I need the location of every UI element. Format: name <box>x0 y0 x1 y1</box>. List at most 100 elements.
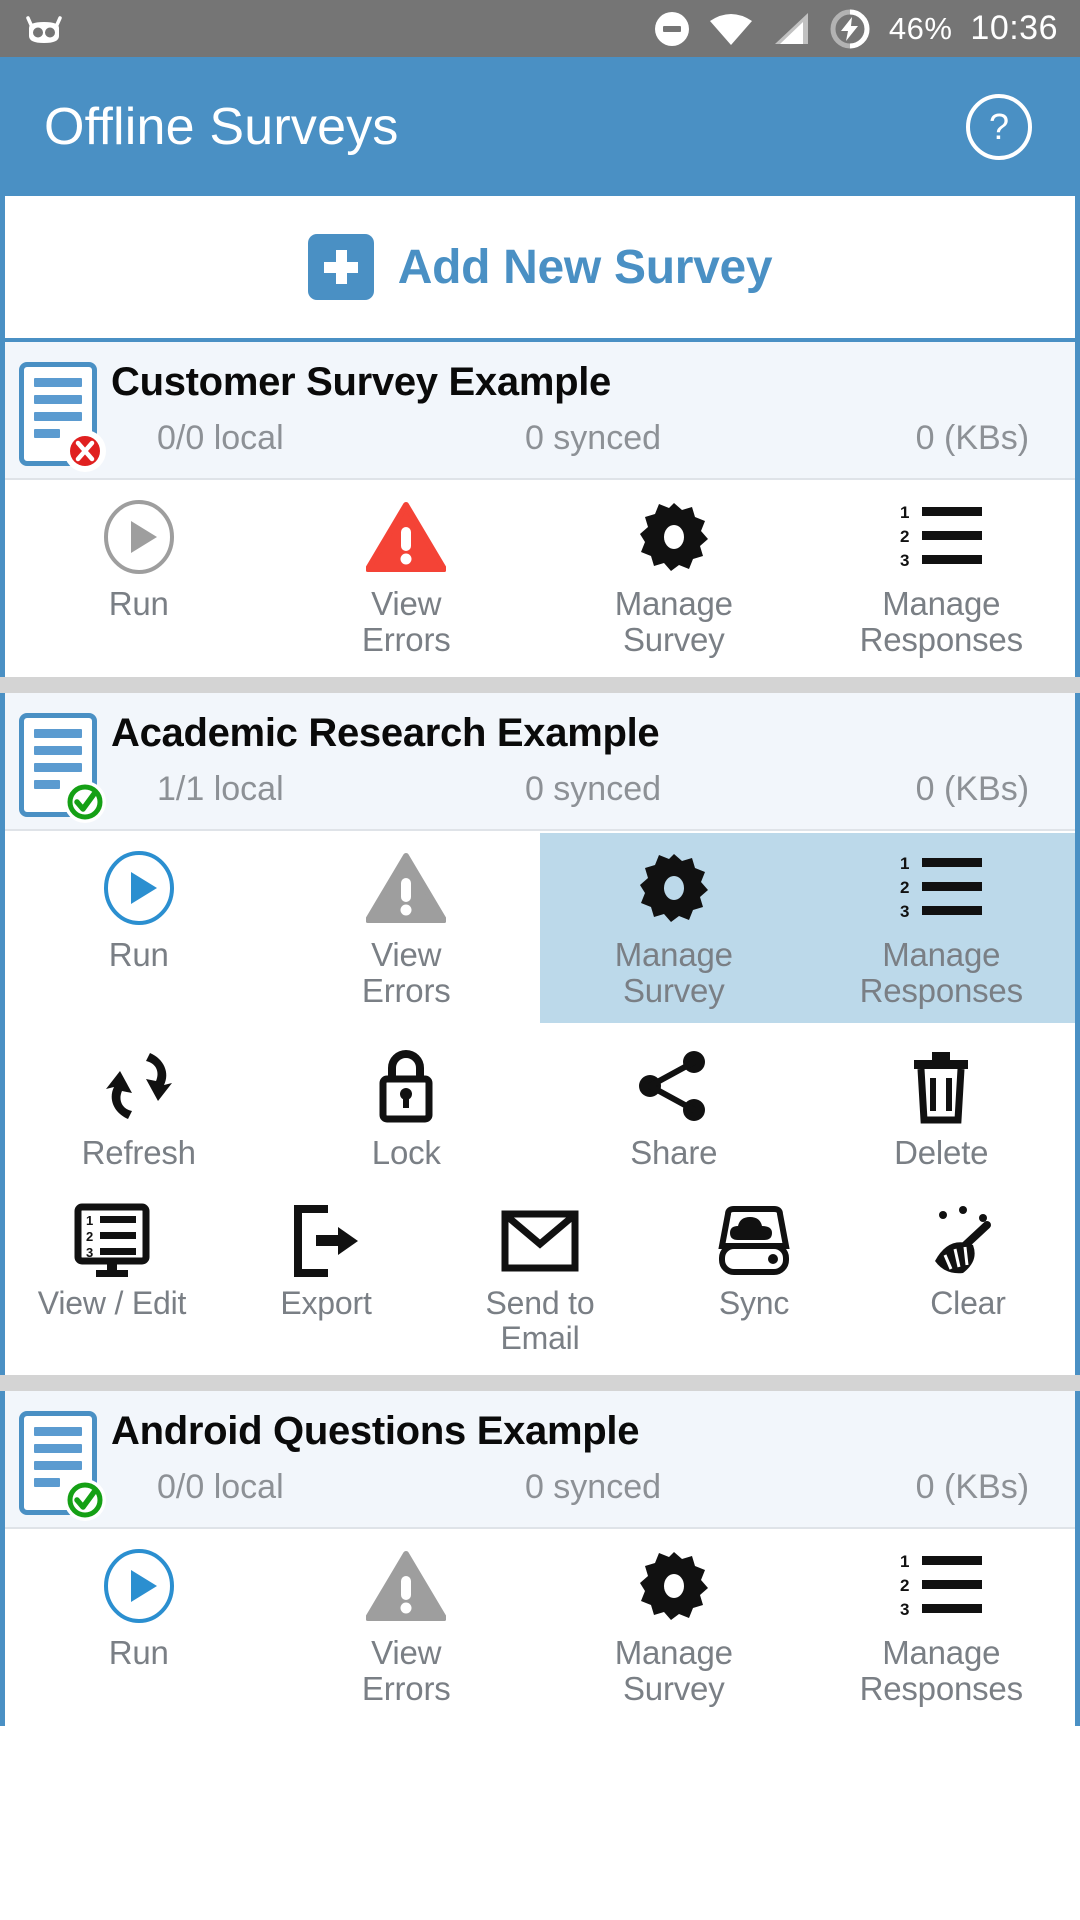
survey-card-header[interactable]: Academic Research Example 1/1 local 0 sy… <box>5 693 1075 832</box>
survey-card-header[interactable]: Android Questions Example 0/0 local 0 sy… <box>5 1391 1075 1530</box>
action-manage-responses-label: Manage Responses <box>859 1634 1023 1707</box>
action-run-label: Run <box>108 585 169 622</box>
action-send-to-email-label: Send to Email <box>485 1285 595 1356</box>
action-export[interactable]: Export <box>219 1190 433 1369</box>
survey-document-icon <box>19 713 106 824</box>
survey-actions-row: Run View Errors Manage Survey 1 2 3 Mana… <box>5 1529 1076 1727</box>
survey-stats: 0/0 local 0 synced 0 (KBs) <box>111 419 1065 458</box>
app-bar: Offline Surveys ? <box>0 57 1080 196</box>
survey-document-icon <box>19 1411 106 1522</box>
action-run[interactable]: Run <box>5 482 273 671</box>
action-view-edit-label: View / Edit <box>37 1285 187 1322</box>
action-delete[interactable]: Delete <box>808 1031 1076 1185</box>
action-manage-survey-label: Manage Survey <box>614 585 733 658</box>
cellular-signal-icon <box>771 11 811 47</box>
add-new-survey-button[interactable]: Add New Survey <box>0 196 1080 342</box>
action-manage-survey[interactable]: Manage Survey <box>540 833 808 1023</box>
warning-triangle-icon <box>366 1547 447 1625</box>
action-manage-responses[interactable]: 1 2 3 Manage Responses <box>807 833 1075 1023</box>
action-manage-responses-label: Manage Responses <box>859 936 1023 1009</box>
svg-text:1: 1 <box>900 854 909 873</box>
survey-size: 0 (KBs) <box>915 419 1030 457</box>
survey-actions-row: Run View Errors Manage Survey 1 2 3 Mana… <box>5 480 1076 678</box>
action-lock[interactable]: Lock <box>273 1031 541 1185</box>
do-not-disturb-icon <box>653 10 691 48</box>
cyanogenmod-logo-icon <box>22 12 66 46</box>
svg-text:3: 3 <box>86 1245 93 1260</box>
action-refresh-label: Refresh <box>81 1133 196 1171</box>
action-view-errors-label: View Errors <box>361 1634 451 1707</box>
survey-local-count: 1/1 local <box>157 770 284 809</box>
survey-title: Academic Research Example <box>111 711 660 756</box>
action-sync[interactable]: Sync <box>647 1190 861 1369</box>
action-manage-survey[interactable]: Manage Survey <box>540 482 808 671</box>
status-badge-ok-icon <box>64 781 106 824</box>
survey-stats: 0/0 local 0 synced 0 (KBs) <box>111 1468 1065 1507</box>
status-badge-error-icon <box>64 430 106 472</box>
action-run[interactable]: Run <box>5 833 273 1022</box>
action-manage-responses[interactable]: 1 2 3 Manage Responses <box>808 1531 1076 1720</box>
action-view-errors[interactable]: View Errors <box>273 482 541 671</box>
cloud-sync-drive-icon <box>716 1206 792 1276</box>
survey-card-customer[interactable]: Customer Survey Example 0/0 local 0 sync… <box>0 342 1080 678</box>
action-view-errors[interactable]: View Errors <box>273 1531 541 1720</box>
play-circle-icon <box>101 1547 177 1625</box>
action-manage-survey-label: Manage Survey <box>614 1634 733 1707</box>
add-new-survey-label: Add New Survey <box>397 240 773 294</box>
survey-actions-row-tertiary: 1 2 3 View / Edit Export Send to Email S… <box>5 1190 1075 1376</box>
survey-card-header[interactable]: Customer Survey Example 0/0 local 0 sync… <box>5 342 1075 480</box>
survey-card-android[interactable]: Android Questions Example 0/0 local 0 sy… <box>0 1391 1080 1727</box>
action-view-errors-label: View Errors <box>361 585 451 658</box>
clock-label: 10:36 <box>970 9 1058 47</box>
survey-synced-count: 0 synced <box>524 770 662 809</box>
action-share-label: Share <box>630 1133 718 1171</box>
trash-icon <box>910 1047 972 1125</box>
survey-stats: 1/1 local 0 synced 0 (KBs) <box>111 770 1065 809</box>
action-run-label: Run <box>108 1634 169 1672</box>
wifi-icon <box>709 11 753 47</box>
action-clear[interactable]: Clear <box>861 1190 1075 1369</box>
survey-size: 0 (KBs) <box>915 770 1030 809</box>
svg-text:2: 2 <box>86 1229 93 1244</box>
action-send-to-email[interactable]: Send to Email <box>433 1190 647 1369</box>
survey-size: 0 (KBs) <box>915 1468 1030 1507</box>
action-export-label: Export <box>280 1285 372 1322</box>
survey-title: Customer Survey Example <box>111 360 611 404</box>
action-refresh[interactable]: Refresh <box>5 1031 273 1185</box>
action-clear-label: Clear <box>930 1285 1006 1322</box>
warning-triangle-icon <box>366 498 447 576</box>
action-run[interactable]: Run <box>5 1531 273 1720</box>
svg-text:2: 2 <box>900 878 909 897</box>
action-sync-label: Sync <box>718 1285 790 1322</box>
action-delete-label: Delete <box>894 1133 989 1171</box>
envelope-icon <box>501 1206 579 1276</box>
action-manage-survey-label: Manage Survey <box>614 936 733 1009</box>
play-circle-icon <box>101 498 177 576</box>
action-lock-label: Lock <box>371 1133 441 1171</box>
action-manage-responses[interactable]: 1 2 3 Manage Responses <box>808 482 1076 671</box>
refresh-icon <box>98 1047 180 1125</box>
export-icon <box>290 1205 362 1278</box>
battery-percent-label: 46% <box>888 11 953 46</box>
action-view-edit[interactable]: 1 2 3 View / Edit <box>5 1190 219 1369</box>
share-icon <box>638 1047 710 1125</box>
status-bar-left <box>22 12 66 46</box>
view-edit-monitor-icon: 1 2 3 <box>72 1203 152 1278</box>
gear-icon <box>638 498 710 576</box>
help-button-label: ? <box>988 105 1010 147</box>
action-share[interactable]: Share <box>540 1031 808 1185</box>
gear-icon <box>638 849 710 927</box>
survey-card-academic[interactable]: Academic Research Example 1/1 local 0 sy… <box>0 693 1080 1376</box>
plus-box-icon <box>307 234 374 300</box>
svg-text:3: 3 <box>900 551 909 570</box>
status-bar: 46% 10:36 <box>0 0 1080 57</box>
survey-actions-row-secondary: Refresh Lock Share Delete <box>5 1028 1076 1191</box>
help-circle-icon[interactable]: ? <box>966 93 1032 160</box>
survey-title: Android Questions Example <box>111 1409 640 1454</box>
broom-icon <box>929 1206 1007 1276</box>
action-view-errors[interactable]: View Errors <box>273 833 541 1022</box>
numbered-list-icon: 1 2 3 <box>898 498 984 576</box>
svg-text:2: 2 <box>900 527 909 546</box>
action-manage-survey[interactable]: Manage Survey <box>540 1531 808 1720</box>
lock-icon <box>375 1047 437 1125</box>
